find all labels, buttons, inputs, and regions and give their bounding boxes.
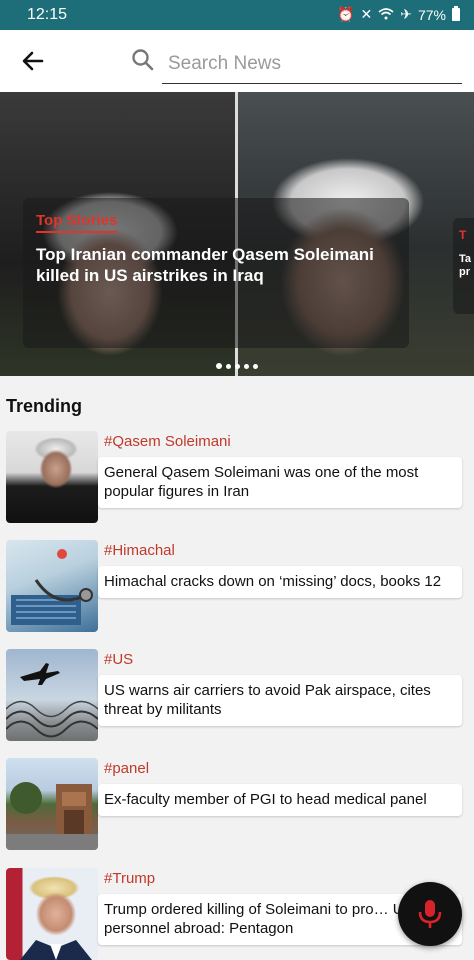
battery-percent: 77% xyxy=(417,6,446,23)
trending-thumbnail[interactable] xyxy=(6,758,98,850)
trending-item[interactable]: #Himachal Himachal cracks down on ‘missi… xyxy=(6,540,474,632)
next-story-card-peek[interactable]: T Ta pr xyxy=(453,218,474,314)
carousel-dot[interactable] xyxy=(244,364,249,369)
carousel-dot[interactable] xyxy=(226,364,231,369)
trending-item[interactable]: #US US warns air carriers to avoid Pak a… xyxy=(6,649,474,741)
carousel-pagination-dots xyxy=(0,356,474,374)
next-story-tag-peek: T xyxy=(459,228,467,242)
status-icons: ⏰ ✕ ✈ 77% xyxy=(337,6,460,23)
airplane-icon: ✈ xyxy=(400,6,412,22)
mute-icon: ✕ xyxy=(360,6,373,22)
building-gate-image xyxy=(6,782,98,850)
hero-story-card[interactable]: Top Stories Top Iranian commander Qasem … xyxy=(23,198,409,348)
carousel-dot[interactable] xyxy=(253,364,258,369)
status-time: 12:15 xyxy=(27,6,68,23)
trending-tag[interactable]: #panel xyxy=(104,760,149,777)
trending-headline[interactable]: Ex-faculty member of PGI to head medical… xyxy=(98,784,462,816)
search-icon[interactable] xyxy=(130,47,156,73)
person-portrait-image xyxy=(20,940,92,960)
trending-thumbnail[interactable] xyxy=(6,868,98,960)
status-bar: 12:15 ⏰ ✕ ✈ 77% xyxy=(0,0,474,30)
trending-heading: Trending xyxy=(6,396,82,416)
carousel-dot[interactable] xyxy=(216,363,222,369)
trending-tag[interactable]: #Himachal xyxy=(104,542,175,559)
microphone-icon xyxy=(418,900,442,928)
search-input[interactable] xyxy=(162,44,462,84)
hero-story-title[interactable]: Top Iranian commander Qasem Soleimani ki… xyxy=(36,244,396,286)
carousel-dot[interactable] xyxy=(235,364,240,369)
back-arrow-icon[interactable] xyxy=(18,46,48,76)
hero-story-tag[interactable]: Top Stories xyxy=(36,212,118,233)
airplane-barbed-wire-image xyxy=(6,663,98,738)
trending-item[interactable]: #Qasem Soleimani General Qasem Soleimani… xyxy=(6,431,474,523)
trending-headline[interactable]: General Qasem Soleimani was one of the m… xyxy=(98,457,462,508)
trending-item[interactable]: #panel Ex-faculty member of PGI to head … xyxy=(6,758,474,850)
trending-thumbnail[interactable] xyxy=(6,431,98,523)
voice-search-button[interactable] xyxy=(398,882,462,946)
next-story-title-peek: Ta pr xyxy=(459,253,472,278)
battery-icon xyxy=(452,6,460,21)
trending-tag[interactable]: #US xyxy=(104,651,133,668)
top-stories-carousel[interactable]: Top Stories Top Iranian commander Qasem … xyxy=(0,92,474,376)
wifi-icon xyxy=(378,7,394,23)
trending-thumbnail[interactable] xyxy=(6,649,98,741)
trending-headline[interactable]: US warns air carriers to avoid Pak airsp… xyxy=(98,675,462,726)
trending-headline[interactable]: Himachal cracks down on ‘missing’ docs, … xyxy=(98,566,462,598)
search-header xyxy=(0,30,474,92)
trending-tag[interactable]: #Qasem Soleimani xyxy=(104,433,231,450)
alarm-icon: ⏰ xyxy=(337,6,355,22)
stethoscope-laptop-image xyxy=(11,549,93,625)
trending-thumbnail[interactable] xyxy=(6,540,98,632)
trending-tag[interactable]: #Trump xyxy=(104,870,155,887)
